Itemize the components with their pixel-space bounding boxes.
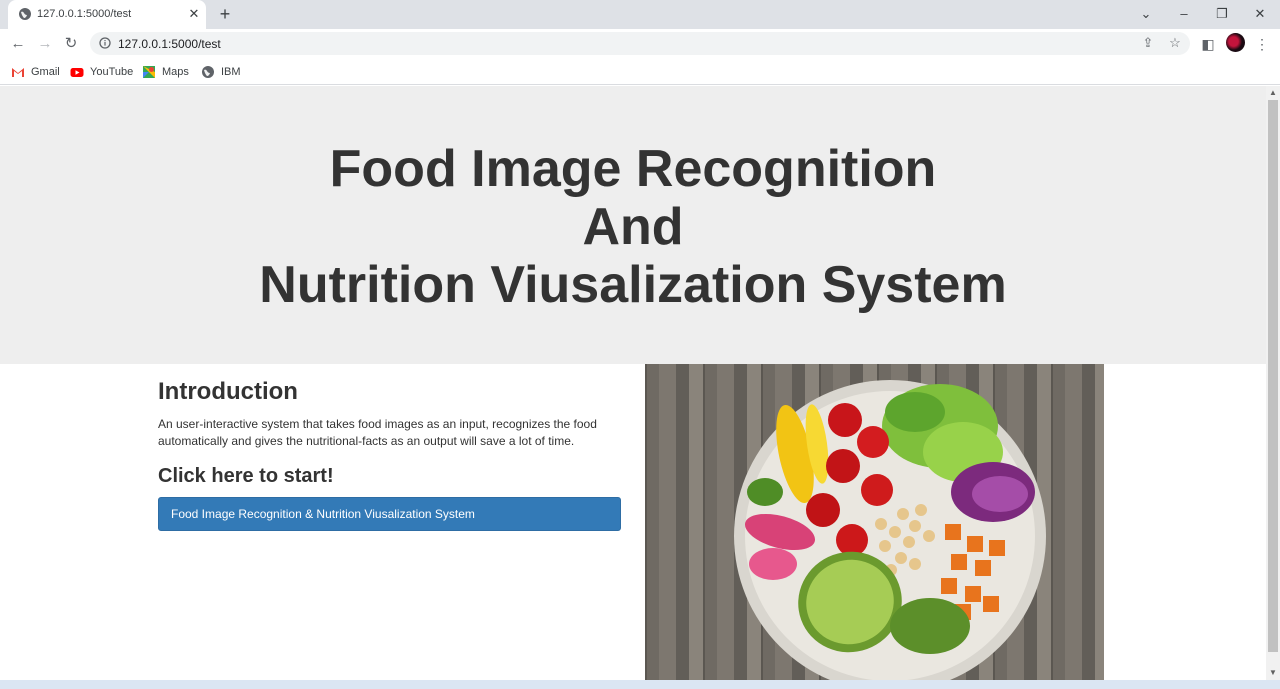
scroll-up-arrow-icon[interactable]: ▲ — [1266, 86, 1280, 100]
back-arrow-icon[interactable]: ← — [8, 34, 28, 54]
restore-icon[interactable]: ❐ — [1203, 0, 1241, 29]
browser-tab[interactable]: 127.0.0.1:5000/test ✕ — [8, 0, 206, 29]
bookmark-youtube[interactable]: YouTube — [70, 64, 133, 80]
url-text: 127.0.0.1:5000/test — [118, 37, 221, 51]
vertical-scrollbar[interactable]: ▲ ▼ — [1266, 86, 1280, 680]
close-tab-icon[interactable]: ✕ — [186, 6, 202, 22]
globe-icon — [202, 66, 214, 78]
scrollbar-thumb[interactable] — [1268, 100, 1278, 652]
bookmark-maps[interactable]: Maps — [142, 64, 189, 80]
food-bowl-image — [645, 364, 1104, 680]
scroll-down-arrow-icon[interactable]: ▼ — [1266, 666, 1280, 680]
bookmark-label: Gmail — [31, 66, 60, 78]
tab-strip: 127.0.0.1:5000/test ✕ + ⌄ – ❐ ✕ — [0, 0, 1280, 29]
page-viewport: Food Image Recognition And Nutrition Viu… — [0, 86, 1266, 680]
window-close-icon[interactable]: ✕ — [1241, 0, 1279, 29]
menu-kebab-icon[interactable]: ⋮ — [1252, 34, 1272, 54]
gmail-icon — [12, 68, 24, 77]
browser-toolbar: ← → ↻ 127.0.0.1:5000/test ⇪ ☆ ◧ ⋮ — [0, 29, 1280, 58]
bookmarks-bar: Gmail YouTube Maps IBM — [0, 58, 1280, 85]
bookmark-gmail[interactable]: Gmail — [11, 64, 60, 80]
side-panel-icon[interactable]: ◧ — [1198, 34, 1218, 54]
youtube-icon — [70, 68, 84, 77]
salad-bowl-illustration — [734, 380, 1046, 680]
tab-search-chevron-icon[interactable]: ⌄ — [1127, 0, 1165, 29]
title-line-1: Food Image Recognition — [329, 140, 937, 198]
bookmark-label: Maps — [162, 66, 189, 78]
page-title: Food Image Recognition And Nutrition Viu… — [0, 140, 1266, 314]
reload-icon[interactable]: ↻ — [61, 34, 81, 54]
forward-arrow-icon[interactable]: → — [35, 34, 55, 54]
bookmark-label: YouTube — [90, 66, 134, 78]
title-line-3: Nutrition Viusalization System — [259, 256, 1007, 314]
minimize-icon[interactable]: – — [1165, 0, 1203, 29]
title-line-2: And — [582, 198, 684, 256]
site-info-icon[interactable] — [99, 37, 111, 49]
share-icon[interactable]: ⇪ — [1140, 35, 1156, 51]
maps-icon — [143, 66, 155, 78]
start-heading: Click here to start! — [158, 465, 334, 487]
intro-description: An user-interactive system that takes fo… — [158, 417, 597, 448]
profile-avatar[interactable] — [1226, 33, 1245, 52]
new-tab-icon[interactable]: + — [214, 4, 236, 26]
bookmark-ibm[interactable]: IBM — [201, 64, 241, 80]
start-recognition-button[interactable]: Food Image Recognition & Nutrition Viusa… — [158, 497, 621, 531]
taskbar-edge — [0, 680, 1280, 689]
address-bar[interactable]: 127.0.0.1:5000/test ⇪ ☆ — [90, 32, 1190, 55]
bookmark-star-icon[interactable]: ☆ — [1167, 35, 1183, 51]
hero-banner: Food Image Recognition And Nutrition Viu… — [0, 86, 1266, 364]
intro-heading: Introduction — [158, 378, 298, 405]
globe-icon — [19, 8, 31, 20]
bookmark-label: IBM — [221, 66, 241, 78]
tab-title: 127.0.0.1:5000/test — [37, 8, 132, 20]
